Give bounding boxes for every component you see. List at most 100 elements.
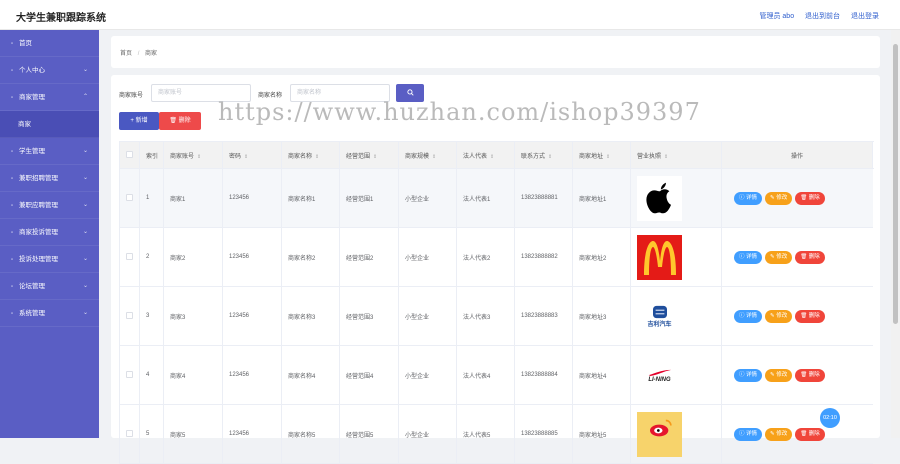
row-checkbox[interactable] [126,370,133,378]
page-scrollbar[interactable] [891,30,900,438]
edit-button[interactable]: ✎ 修改 [765,427,793,441]
sidebar-item-7[interactable]: ▫ 商家投诉管理 ⌄ [0,219,99,246]
sidebar-item-1[interactable]: ▫ 个人中心 ⌄ [0,57,99,84]
table-row: 3 商家3 123456 商家名称3 经营范围3 小型企业 法人代表3 13823888883… [119,286,873,346]
logout-link[interactable]: 退出登录 [851,13,879,20]
sort-icon[interactable]: ⇕ [664,154,668,160]
select-all-checkbox[interactable] [126,150,133,158]
row-select-cell [119,345,140,405]
detail-button-label: 详情 [746,430,758,437]
shop-icon: ▫ [11,95,14,101]
detail-button-label: 详情 [746,253,758,260]
sort-icon[interactable]: ⇕ [373,154,377,160]
sidebar-item-6[interactable]: ▫ 兼职应聘管理 ⌄ [0,192,99,219]
account-search-input[interactable]: 商家账号 [151,84,251,102]
sidebar-item-0[interactable]: ▫ 首页 [0,30,99,57]
license-image-lining[interactable]: LI-NING [637,352,682,398]
cell-name: 商家名称5 [281,404,340,464]
sidebar-item-9[interactable]: ▫ 论坛管理 ⌄ [0,273,99,300]
delete-button[interactable]: 🗑 删除 [795,250,825,264]
detail-button[interactable]: ⓘ 详情 [734,309,763,323]
sidebar-item-4[interactable]: ▫ 学生管理 ⌄ [0,138,99,165]
column-header[interactable]: 密码 ⇕ [222,141,282,169]
cell-actions: ⓘ 详情 ✎ 修改 🗑 删除 [721,404,873,464]
edit-button[interactable]: ✎ 修改 [765,309,793,323]
detail-button[interactable]: ⓘ 详情 [734,250,763,264]
license-logo-text: 吉利汽车 [647,321,672,328]
delete-button[interactable]: 🗑 删除 [795,368,825,382]
sort-icon[interactable]: ⇕ [315,154,319,160]
sort-icon[interactable]: ⇕ [606,154,610,160]
edit-button[interactable]: ✎ 修改 [765,191,793,205]
license-logo-text: LI-NING [648,376,671,383]
sort-icon[interactable]: ⇕ [197,154,201,160]
add-button[interactable]: + 新增 [119,112,159,130]
apply-icon: ▫ [11,203,14,209]
sidebar-item-5[interactable]: ▫ 兼职招聘管理 ⌄ [0,165,99,192]
sidebar-item-2[interactable]: ▫ 商家管理 ⌃ [0,84,99,111]
column-header[interactable]: 索引 [139,141,164,169]
sidebar-item-label: 学生管理 [19,148,45,155]
edit-button[interactable]: ✎ 修改 [765,368,793,382]
delete-button[interactable]: 🗑 删除 [795,427,825,441]
cell-phone: 13823888884 [514,345,573,405]
delete-button[interactable]: 🗑 删除 [795,191,825,205]
detail-button[interactable]: ⓘ 详情 [734,368,763,382]
column-header[interactable]: 营业执照 ⇕ [630,141,722,169]
edit-button[interactable]: ✎ 修改 [765,250,793,264]
row-checkbox[interactable] [126,311,133,319]
sort-icon[interactable]: ⇕ [432,154,436,160]
sort-icon[interactable]: ⇕ [490,154,494,160]
admin-user-label: 管理员 abo [759,13,795,20]
cell-actions: ⓘ 详情 ✎ 修改 🗑 删除 [721,168,873,228]
chevron-icon: ⌄ [82,175,88,181]
detail-button-label: 详情 [746,371,758,378]
delete-button-label: 删除 [808,430,820,437]
scrollbar-thumb[interactable] [893,44,898,324]
chevron-icon: ⌄ [82,67,88,73]
back-to-frontend-link[interactable]: 退出到前台 [805,13,840,20]
forum-icon: ▫ [11,284,14,290]
sidebar-item-label: 商家 [18,121,31,128]
column-header[interactable]: 商家地址 ⇕ [572,141,631,169]
license-image-apple[interactable] [637,175,682,221]
column-header[interactable]: 经营范围 ⇕ [339,141,399,169]
delete-icon: 🗑 [800,430,809,437]
clock-badge: 02:10 [820,408,840,428]
student-icon: ▫ [11,149,14,155]
search-button[interactable] [396,84,424,102]
cell-name: 商家名称4 [281,345,340,405]
column-header[interactable]: 联系方式 ⇕ [514,141,573,169]
detail-button[interactable]: ⓘ 详情 [734,427,763,441]
row-checkbox[interactable] [126,429,133,437]
cell-index: 2 [139,227,164,287]
detail-button[interactable]: ⓘ 详情 [734,191,763,205]
column-header[interactable]: 操作 [721,141,873,169]
batch-delete-button[interactable]: 🗑 删除 [159,112,201,130]
cell-scale: 小型企业 [398,168,457,228]
breadcrumb-home[interactable]: 首页 [120,51,132,57]
column-header-label: 法人代表 [463,153,488,160]
sort-icon[interactable]: ⇕ [548,154,552,160]
name-search-input[interactable]: 商家名称 [290,84,390,102]
column-header-label: 商家名称 [288,153,313,160]
delete-icon: 🗑 [800,253,809,260]
breadcrumb-separator: / [137,51,140,57]
column-header[interactable]: 商家账号 ⇕ [163,141,223,169]
row-checkbox[interactable] [126,193,133,201]
column-header[interactable]: 法人代表 ⇕ [456,141,515,169]
sidebar-item-3[interactable]: 商家 [0,111,99,138]
sidebar-item-10[interactable]: ▫ 系统管理 ⌄ [0,300,99,327]
row-checkbox[interactable] [126,252,133,260]
column-header[interactable]: 商家名称 ⇕ [281,141,340,169]
column-header[interactable]: 商家规模 ⇕ [398,141,457,169]
sort-icon[interactable]: ⇕ [244,154,248,160]
detail-button-label: 详情 [746,312,758,319]
license-image-mcdonalds[interactable] [637,234,682,280]
edit-button-label: 修改 [776,430,788,437]
sidebar-item-8[interactable]: ▫ 投诉处理管理 ⌄ [0,246,99,273]
license-image-geely[interactable]: 吉利汽车 [637,293,682,339]
delete-button[interactable]: 🗑 删除 [795,309,825,323]
license-image-weibo[interactable] [637,411,682,457]
cell-name: 商家名称1 [281,168,340,228]
